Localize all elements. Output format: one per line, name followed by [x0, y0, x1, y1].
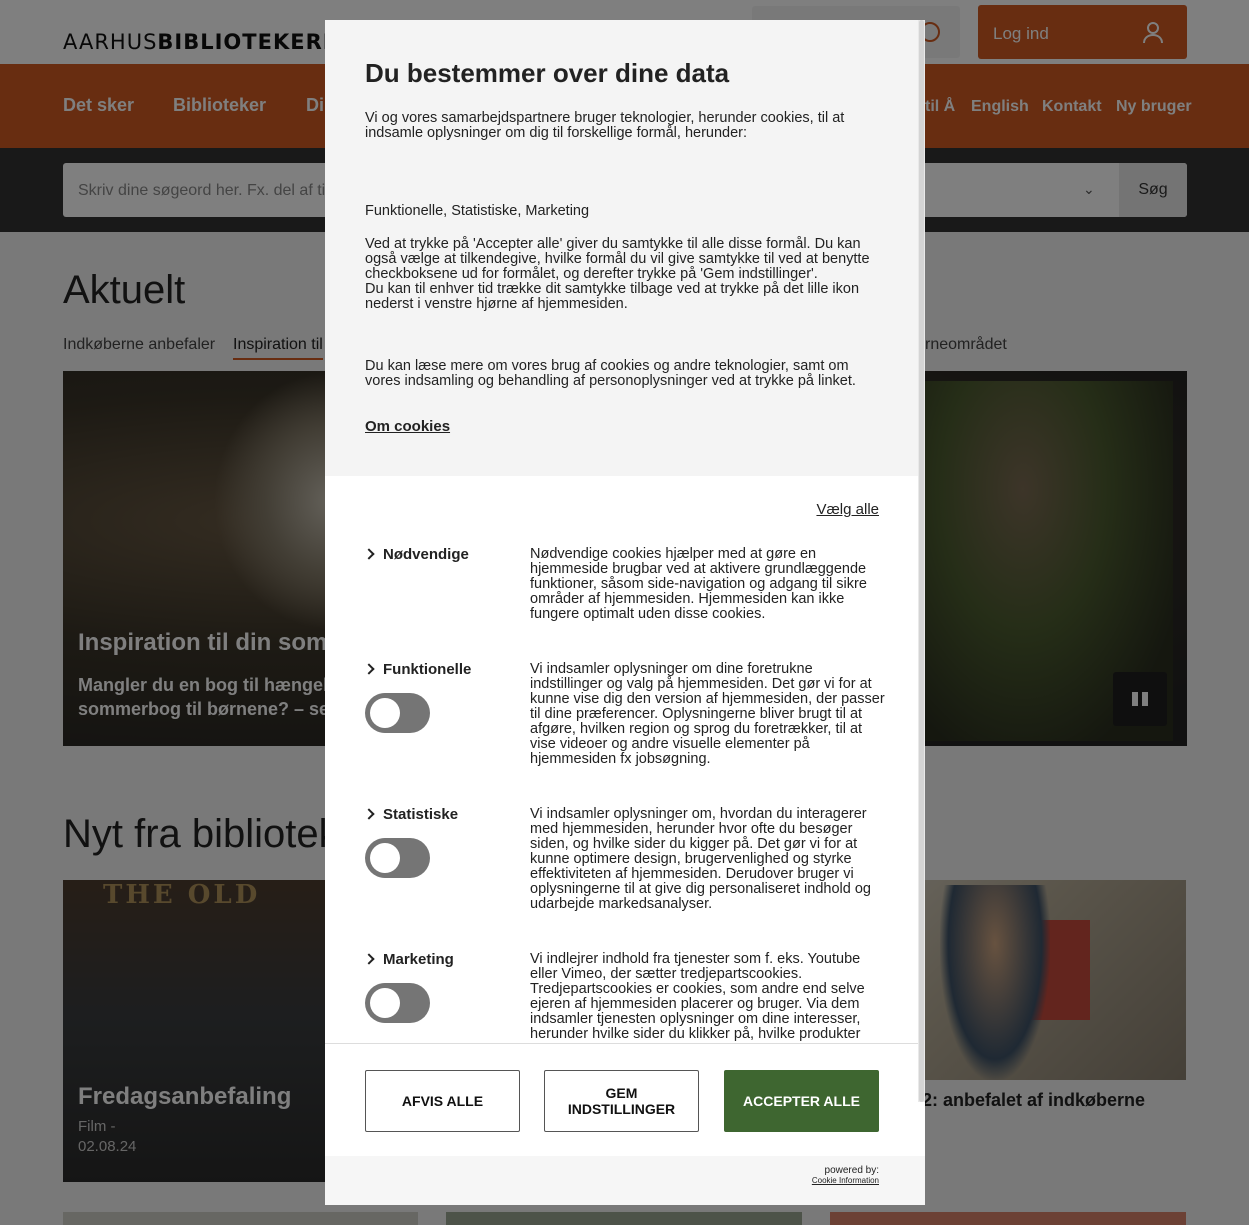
- consent-title: Du bestemmer over dine data: [365, 58, 730, 88]
- consent-purposes: Funktionelle, Statistiske, Marketing: [365, 203, 590, 219]
- marketing-switch[interactable]: [365, 983, 430, 1023]
- chevron-right-icon: [363, 663, 375, 675]
- about-cookies-link[interactable]: Om cookies: [365, 418, 450, 435]
- category-statistics-toggle-header[interactable]: Statistiske: [363, 806, 459, 823]
- functional-switch[interactable]: [365, 693, 430, 733]
- switch-knob: [370, 698, 400, 728]
- consent-intro: Du bestemmer over dine data Vi og vores …: [325, 20, 925, 476]
- cookie-consent-dialog: Du bestemmer over dine data Vi og vores …: [325, 20, 925, 1205]
- chevron-right-icon: [363, 808, 375, 820]
- consent-intro-text: Vi og vores samarbejdspartnere bruger te…: [365, 110, 845, 141]
- category-functional-desc: Vi indsamler oplysninger om dine foretru…: [530, 661, 885, 767]
- modal-scrollbar[interactable]: [918, 20, 925, 1102]
- category-marketing-toggle-header[interactable]: Marketing: [363, 951, 454, 968]
- provider-logo-link[interactable]: Cookie Information: [812, 1176, 879, 1185]
- scrollbar-thumb[interactable]: [919, 20, 924, 1102]
- category-marketing-label: Marketing: [383, 951, 454, 968]
- switch-knob: [370, 988, 400, 1018]
- save-settings-button[interactable]: GEM INDSTILLINGER: [544, 1070, 699, 1132]
- switch-knob: [370, 843, 400, 873]
- consent-more-text: Du kan læse mere om vores brug af cookie…: [365, 358, 856, 389]
- category-statistics-label: Statistiske: [383, 806, 459, 823]
- category-necessary-label: Nødvendige: [383, 546, 469, 563]
- category-marketing-desc: Vi indlejrer indhold fra tjenester som f…: [530, 951, 865, 1042]
- consent-explain-2: Du kan til enhver tid trække dit samtykk…: [365, 281, 860, 312]
- chevron-right-icon: [363, 548, 375, 560]
- select-all-link[interactable]: Vælg alle: [816, 501, 879, 518]
- consent-actions: AFVIS ALLE GEM INDSTILLINGER ACCEPTER AL…: [325, 1043, 925, 1156]
- statistics-switch[interactable]: [365, 838, 430, 878]
- category-necessary-desc: Nødvendige cookies hjælper med at gøre e…: [530, 546, 867, 622]
- accept-all-button[interactable]: ACCEPTER ALLE: [724, 1070, 879, 1132]
- powered-by-label: powered by:: [824, 1165, 879, 1176]
- category-necessary-toggle-header[interactable]: Nødvendige: [363, 546, 469, 563]
- powered-by: powered by: Cookie Information: [325, 1156, 925, 1205]
- category-functional-toggle-header[interactable]: Funktionelle: [363, 661, 472, 678]
- chevron-right-icon: [363, 953, 375, 965]
- category-functional-label: Funktionelle: [383, 661, 472, 678]
- reject-all-button[interactable]: AFVIS ALLE: [365, 1070, 520, 1132]
- category-statistics-desc: Vi indsamler oplysninger om, hvordan du …: [530, 806, 871, 912]
- consent-explain-1: Ved at trykke på 'Accepter alle' giver d…: [365, 236, 870, 282]
